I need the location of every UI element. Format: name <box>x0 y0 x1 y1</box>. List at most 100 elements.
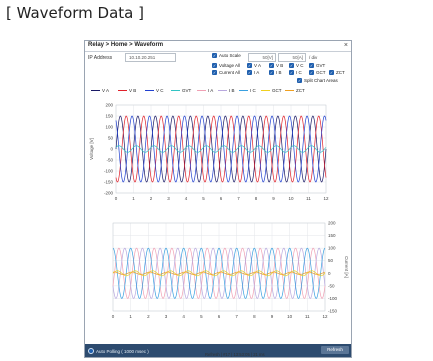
channel-checkbox-gvt[interactable]: ✓ GVT <box>309 63 325 68</box>
legend-swatch <box>145 89 154 92</box>
split-chart-label: Split Chart Areas <box>304 78 338 83</box>
channel-checkbox-ia[interactable]: ✓ I A <box>247 70 259 75</box>
auto-polling-label: Auto Polling ( 1000 msec ) <box>96 348 149 354</box>
legend-item: GVT <box>171 88 191 93</box>
split-chart-checkbox[interactable]: ✓ Split Chart Areas <box>297 78 338 83</box>
current-all-label: Current All <box>219 70 241 75</box>
auto-scale-checkbox[interactable]: ✓ Auto Scale <box>212 53 241 58</box>
legend-label: I B <box>229 88 235 93</box>
y-tick-label: 200 <box>105 103 113 108</box>
x-tick-label: 1 <box>129 314 132 319</box>
x-tick-label: 2 <box>150 196 153 201</box>
channel-label: GCT <box>316 70 326 75</box>
legend-swatch <box>239 89 248 92</box>
legend-item: I C <box>239 88 256 93</box>
check-icon: ✓ <box>289 63 294 68</box>
check-icon: ✓ <box>269 63 274 68</box>
legend-item: V A <box>91 88 109 93</box>
y-tick-label: 50 <box>328 258 334 263</box>
refresh-button[interactable]: Refresh <box>321 346 349 354</box>
y-axis-label: Current [A] <box>344 256 349 278</box>
y-tick-label: -150 <box>104 180 114 185</box>
legend-label: GVT <box>182 88 192 93</box>
check-icon: ✓ <box>212 63 217 68</box>
channel-checkbox-vc[interactable]: ✓ V C <box>289 63 304 68</box>
y-tick-label: -50 <box>328 283 335 288</box>
x-tick-label: 5 <box>202 196 205 201</box>
legend-label: GCT <box>272 88 282 93</box>
legend-swatch <box>218 89 227 92</box>
footer-status: Refresh | #17 | 13:53:05 | 21 ms <box>205 352 265 357</box>
channel-checkbox-ib[interactable]: ✓ I B <box>269 70 282 75</box>
current-all-checkbox[interactable]: ✓ Current All <box>212 70 240 75</box>
y-tick-label: 100 <box>105 125 113 130</box>
auto-polling-toggle[interactable]: Auto Polling ( 1000 msec ) <box>88 348 149 354</box>
current-chart: 200150100500-50-100-1500 1 2 3 4 5 6 7 8 9 10 11 12C… <box>112 221 349 320</box>
check-icon: ✓ <box>247 63 252 68</box>
current-scale-select[interactable]: 50[A] <box>278 53 306 62</box>
legend-swatch <box>118 89 127 92</box>
voltage-scale-select[interactable]: 50[V] <box>248 53 276 62</box>
ip-address-label: IP Address <box>88 55 113 61</box>
check-icon: ✓ <box>309 63 314 68</box>
x-tick-label: 4 <box>182 314 185 319</box>
legend-item: V B <box>118 88 136 93</box>
check-icon: ✓ <box>212 53 217 58</box>
check-icon: ✓ <box>289 70 294 75</box>
close-icon[interactable]: × <box>344 41 348 50</box>
legend-swatch <box>261 89 270 92</box>
y-tick-label: -50 <box>106 158 113 163</box>
x-tick-label: 2 <box>147 314 150 319</box>
channel-label: GVT <box>316 63 326 68</box>
channel-label: I C <box>296 70 302 75</box>
y-tick-label: -100 <box>328 296 338 301</box>
legend-item: I A <box>197 88 213 93</box>
chart-legend: V A V B V C GVT I A I B I C GCT ZCT <box>91 88 331 96</box>
x-tick-label: 0 <box>112 314 115 319</box>
y-tick-label: 200 <box>328 221 336 226</box>
x-tick-label: 6 <box>220 196 223 201</box>
x-tick-label: 8 <box>255 196 258 201</box>
auto-scale-label: Auto Scale <box>219 53 241 58</box>
legend-label: I C <box>250 88 256 93</box>
y-tick-label: 150 <box>105 114 113 119</box>
x-tick-label: 9 <box>271 314 274 319</box>
x-tick-label: 3 <box>167 196 170 201</box>
channel-label: ZCT <box>336 70 345 75</box>
y-tick-label: 50 <box>108 136 114 141</box>
x-tick-label: 12 <box>322 314 328 319</box>
legend-label: ZCT <box>296 88 305 93</box>
channel-label: I A <box>254 70 260 75</box>
y-tick-label: -100 <box>104 169 114 174</box>
legend-label: V A <box>102 88 110 93</box>
legend-label: I A <box>208 88 214 93</box>
channel-checkbox-gct[interactable]: ✓ GCT <box>309 70 326 75</box>
y-tick-label: 0 <box>110 147 113 152</box>
x-tick-label: 11 <box>305 314 310 319</box>
x-tick-label: 6 <box>218 314 221 319</box>
legend-item: V C <box>145 88 164 93</box>
channel-checkbox-vb[interactable]: ✓ V B <box>269 63 283 68</box>
x-tick-label: 7 <box>237 196 240 201</box>
check-icon: ✓ <box>269 70 274 75</box>
x-tick-label: 1 <box>132 196 135 201</box>
legend-item: GCT <box>261 88 282 93</box>
radio-icon <box>88 348 94 354</box>
legend-item: ZCT <box>285 88 305 93</box>
legend-label: V C <box>156 88 164 93</box>
x-tick-label: 10 <box>287 314 293 319</box>
channel-checkbox-zct[interactable]: ✓ ZCT <box>329 70 345 75</box>
y-tick-label: -200 <box>104 191 114 196</box>
voltage-all-label: Voltage All <box>219 63 241 68</box>
x-tick-label: 11 <box>306 196 311 201</box>
page-heading: [ Waveform Data ] <box>6 4 144 22</box>
channel-checkbox-ic[interactable]: ✓ I C <box>289 70 302 75</box>
legend-swatch <box>197 89 206 92</box>
channel-checkbox-va[interactable]: ✓ V A <box>247 63 261 68</box>
ip-address-field[interactable]: 10.10.20.251 <box>125 53 176 62</box>
x-tick-label: 8 <box>253 314 256 319</box>
x-tick-label: 12 <box>323 196 329 201</box>
x-tick-label: 9 <box>272 196 275 201</box>
voltage-all-checkbox[interactable]: ✓ Voltage All <box>212 63 240 68</box>
legend-label: V B <box>129 88 137 93</box>
